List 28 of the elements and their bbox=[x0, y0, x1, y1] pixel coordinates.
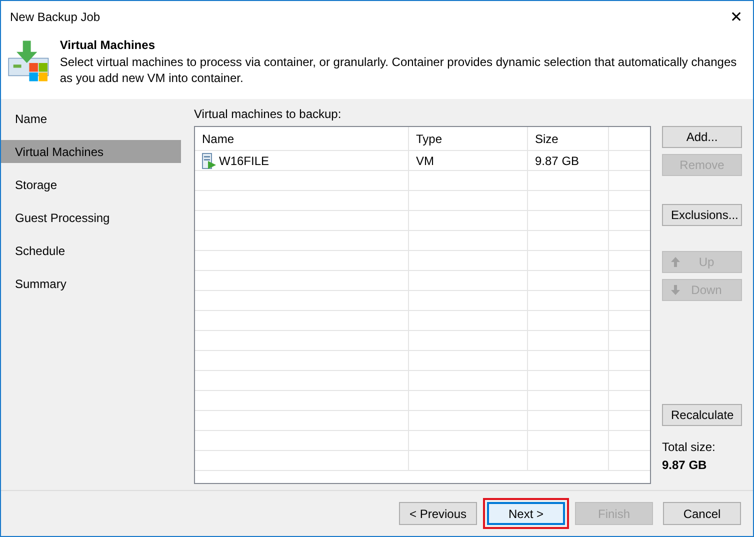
table-label: Virtual machines to backup: bbox=[194, 106, 342, 123]
column-header[interactable]: Name bbox=[195, 127, 409, 150]
sidebar-item[interactable]: Virtual Machines bbox=[1, 140, 181, 163]
wizard-button[interactable]: Next > bbox=[487, 502, 565, 525]
column-header[interactable]: Type bbox=[409, 127, 528, 150]
arrow-down-icon bbox=[671, 285, 680, 295]
sidebar-item[interactable]: Guest Processing bbox=[1, 206, 181, 229]
total-size-label: Total size: bbox=[662, 439, 716, 456]
close-button[interactable]: ✕ bbox=[730, 10, 743, 24]
action-button[interactable]: Add... bbox=[662, 126, 742, 148]
window-title: New Backup Job bbox=[10, 9, 100, 26]
vm-icon bbox=[202, 152, 216, 168]
step-description: Select virtual machines to process via container, or granularly. Container provides dynamic selection that automatically changes as you add new VM into container. bbox=[60, 54, 738, 86]
wizard-button[interactable]: Cancel bbox=[663, 502, 741, 525]
table-cell-text: VM bbox=[416, 152, 434, 170]
sidebar-item[interactable]: Storage bbox=[1, 173, 181, 196]
table-cell-text: W16FILE bbox=[219, 152, 270, 170]
wizard-button[interactable]: < Previous bbox=[399, 502, 477, 525]
action-button[interactable]: Recalculate bbox=[662, 404, 742, 426]
arrow-up-icon bbox=[671, 257, 680, 267]
column-header[interactable]: Size bbox=[528, 127, 609, 150]
sidebar-item[interactable]: Summary bbox=[1, 272, 181, 295]
step-title: Virtual Machines bbox=[60, 37, 156, 54]
sidebar-item[interactable]: Name bbox=[1, 107, 181, 130]
total-size-value: 9.87 GB bbox=[662, 457, 708, 474]
table-cell-text: 9.87 GB bbox=[535, 152, 580, 170]
sidebar-item[interactable]: Schedule bbox=[1, 239, 181, 262]
action-button[interactable]: Exclusions... bbox=[662, 204, 742, 226]
